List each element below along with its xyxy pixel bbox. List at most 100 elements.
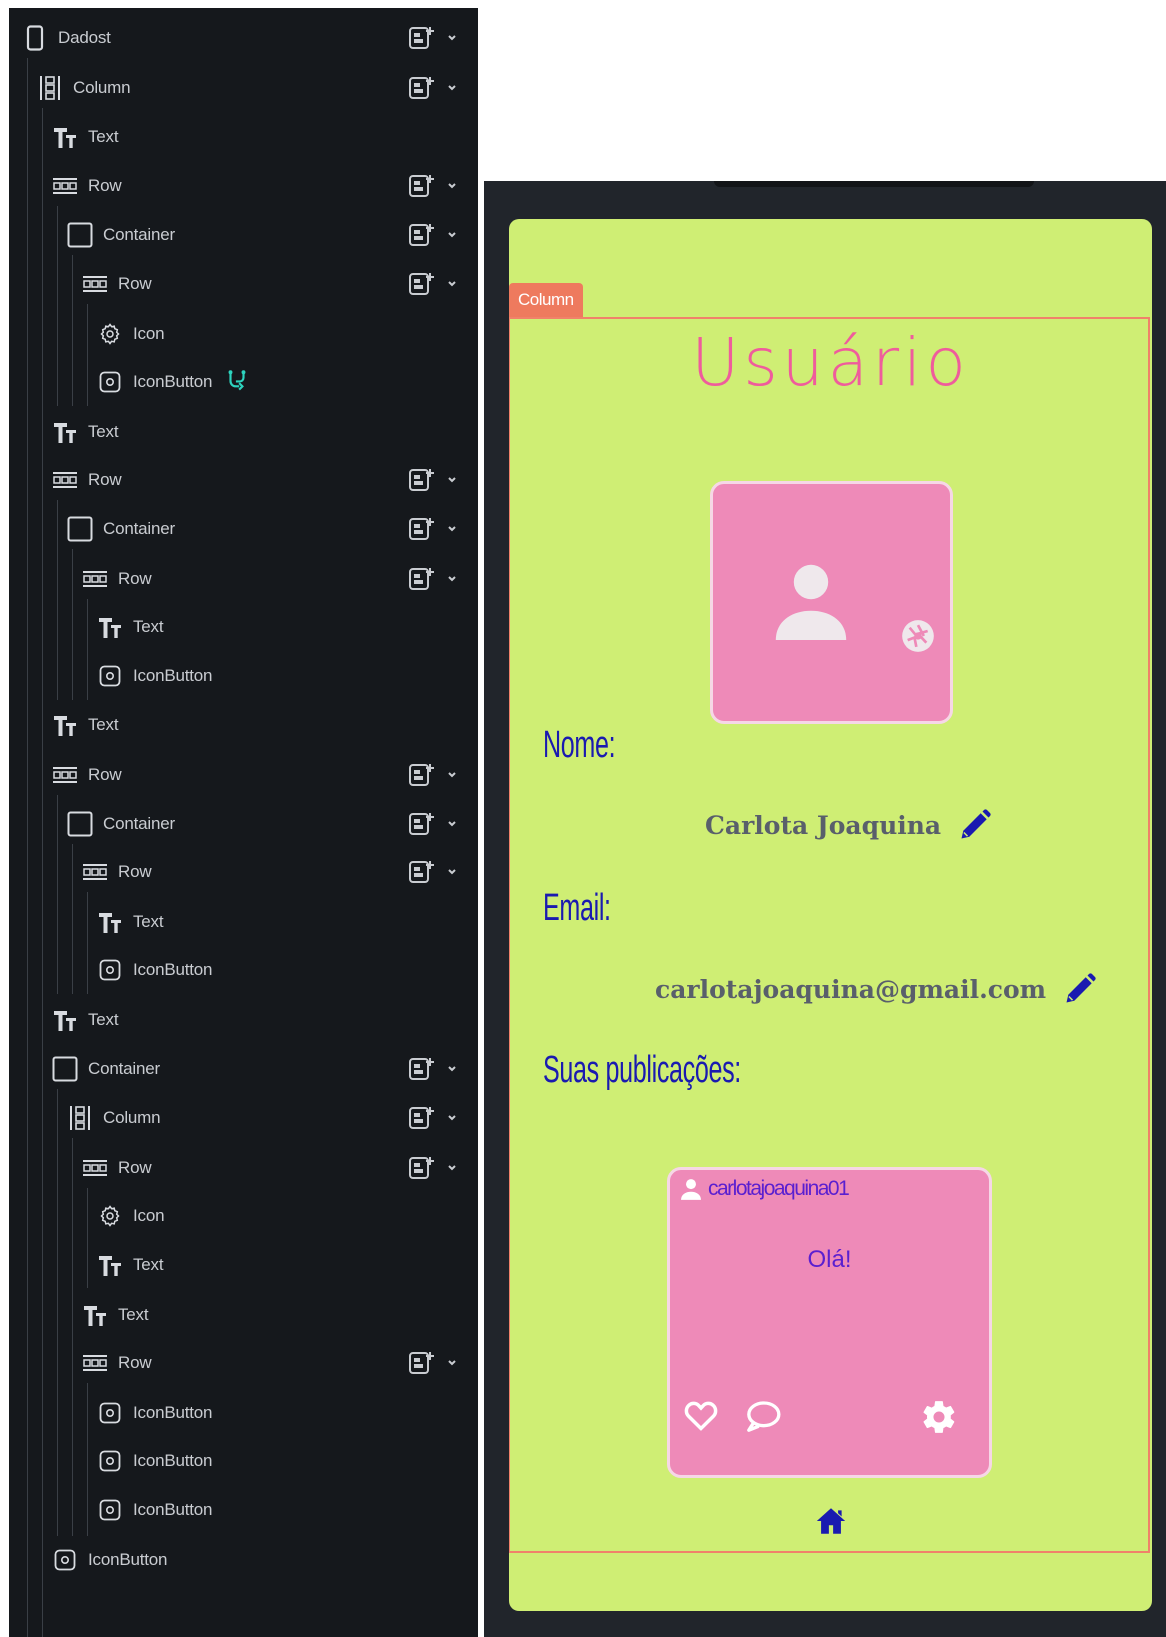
tree-guide-line (72, 1138, 73, 1536)
tree-node-column[interactable]: Column (67, 1098, 478, 1138)
add-child-icon[interactable] (408, 811, 436, 837)
action-flow-icon[interactable] (224, 369, 250, 395)
tree-node-container[interactable]: Container (67, 215, 478, 255)
heart-icon[interactable] (682, 1396, 720, 1439)
add-child-icon[interactable] (408, 222, 436, 248)
tree-node-text[interactable]: Text (97, 1245, 478, 1285)
tree-guide-line (57, 206, 58, 406)
tree-node-iconbutton[interactable]: IconButton (97, 1490, 478, 1530)
tree-node-iconbutton[interactable]: IconButton (97, 1441, 478, 1481)
tree-node-icon[interactable]: Icon (97, 1196, 478, 1236)
home-icon[interactable] (814, 1504, 848, 1543)
gear-icon[interactable] (920, 1398, 958, 1441)
edit-name-pencil-icon[interactable] (957, 807, 993, 843)
add-child-icon[interactable] (408, 25, 436, 51)
tree-node-column[interactable]: Column (37, 68, 478, 108)
chevron-down-icon[interactable] (446, 231, 458, 239)
tree-node-text[interactable]: Text (52, 705, 478, 745)
icon-button-icon (97, 1448, 123, 1474)
add-child-icon[interactable] (408, 1056, 436, 1082)
chevron-down-icon[interactable] (446, 84, 458, 92)
tree-node-row[interactable]: Row (82, 264, 478, 304)
chevron-down-icon[interactable] (446, 1114, 458, 1122)
widget-tree-panel: Dadost Column Text Row Container Row Icon IconB… (9, 8, 478, 1637)
add-child-icon[interactable] (408, 1105, 436, 1131)
email-label: Email: (543, 887, 611, 929)
selected-widget-tag[interactable]: Column (509, 283, 583, 317)
tree-node-row[interactable]: Row (52, 166, 478, 206)
add-child-icon[interactable] (408, 467, 436, 493)
chevron-down-icon[interactable] (446, 1359, 458, 1367)
chevron-down-icon[interactable] (446, 280, 458, 288)
camera-shutter-icon[interactable] (898, 616, 938, 661)
tree-node-text[interactable]: Text (52, 1000, 478, 1040)
chevron-down-icon[interactable] (446, 820, 458, 828)
tree-node-label: Text (118, 1305, 149, 1324)
chevron-down-icon[interactable] (446, 525, 458, 533)
add-child-icon[interactable] (408, 516, 436, 542)
chevron-down-icon[interactable] (446, 476, 458, 484)
tree-node-dadost[interactable]: Dadost (22, 18, 478, 58)
name-label: Nome: (543, 724, 616, 766)
tree-node-iconbutton[interactable]: IconButton (97, 950, 478, 990)
node-actions (408, 762, 458, 788)
gear-icon (97, 321, 123, 347)
add-child-icon[interactable] (408, 1155, 436, 1181)
tree-node-label: Row (118, 274, 152, 293)
tree-node-container[interactable]: Container (67, 804, 478, 844)
comment-icon[interactable] (742, 1396, 784, 1441)
chevron-down-icon[interactable] (446, 868, 458, 876)
tree-node-row[interactable]: Row (82, 852, 478, 892)
tree-node-row[interactable]: Row (82, 559, 478, 599)
tree-node-label: IconButton (133, 1403, 213, 1422)
tree-node-iconbutton[interactable]: IconButton (97, 362, 478, 402)
add-child-icon[interactable] (408, 859, 436, 885)
post-author-row: carlotajoaquina01 (678, 1176, 850, 1202)
tree-node-icon[interactable]: Icon (97, 314, 478, 354)
tree-node-container[interactable]: Container (67, 509, 478, 549)
tree-node-label: Text (133, 912, 164, 931)
tree-node-row[interactable]: Row (52, 460, 478, 500)
chevron-down-icon[interactable] (446, 1164, 458, 1172)
tree-node-label: Container (88, 1059, 160, 1078)
add-child-icon[interactable] (408, 1350, 436, 1376)
tree-node-row[interactable]: Row (52, 755, 478, 795)
text-icon (52, 712, 78, 738)
chevron-down-icon[interactable] (446, 575, 458, 583)
text-icon (97, 909, 123, 935)
add-child-icon[interactable] (408, 566, 436, 592)
add-child-icon[interactable] (408, 271, 436, 297)
add-child-icon[interactable] (408, 75, 436, 101)
tree-node-text[interactable]: Text (82, 1295, 478, 1335)
phone-icon (22, 25, 48, 51)
tree-node-row[interactable]: Row (82, 1148, 478, 1188)
chevron-down-icon[interactable] (446, 34, 458, 42)
tree-node-label: IconButton (88, 1550, 168, 1569)
node-actions (408, 859, 458, 885)
edit-email-pencil-icon[interactable] (1062, 971, 1098, 1007)
tree-node-text[interactable]: Text (52, 117, 478, 157)
node-actions (408, 1155, 458, 1181)
tree-node-label: Text (133, 1255, 164, 1274)
tree-node-container[interactable]: Container (52, 1049, 478, 1089)
tree-node-label: Container (103, 225, 175, 244)
add-child-icon[interactable] (408, 173, 436, 199)
tree-node-text[interactable]: Text (52, 412, 478, 452)
tree-node-iconbutton[interactable]: IconButton (97, 1393, 478, 1433)
avatar-container[interactable] (710, 481, 953, 724)
tree-node-text[interactable]: Text (97, 902, 478, 942)
tree-node-label: Icon (133, 1206, 165, 1225)
tree-node-text[interactable]: Text (97, 607, 478, 647)
post-card[interactable]: carlotajoaquina01 Olá! (667, 1167, 992, 1478)
tree-node-iconbutton[interactable]: IconButton (97, 656, 478, 696)
tree-guide-line (57, 500, 58, 700)
add-child-icon[interactable] (408, 762, 436, 788)
tree-node-row[interactable]: Row (82, 1343, 478, 1383)
chevron-down-icon[interactable] (446, 1065, 458, 1073)
chevron-down-icon[interactable] (446, 182, 458, 190)
tree-node-label: Row (88, 176, 122, 195)
tree-node-label: IconButton (133, 1500, 213, 1519)
tree-guide-line (87, 599, 88, 700)
tree-node-iconbutton[interactable]: IconButton (52, 1540, 478, 1580)
chevron-down-icon[interactable] (446, 771, 458, 779)
